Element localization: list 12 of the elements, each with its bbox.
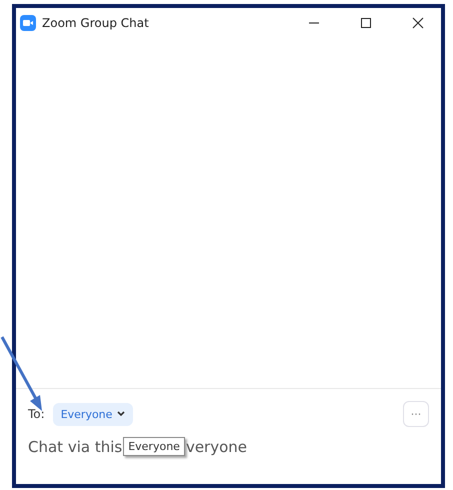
tooltip: Everyone: [123, 437, 185, 456]
chevron-icon: [117, 411, 126, 417]
maximize-icon: [360, 17, 372, 29]
message-placeholder: Chat via this: [28, 438, 122, 456]
to-label: To:: [28, 407, 45, 421]
message-placeholder: veryone: [186, 438, 247, 456]
close-icon: [412, 17, 424, 29]
more-button[interactable]: ···: [403, 401, 429, 427]
app-logo-icon: [20, 15, 36, 31]
recipient-dropdown[interactable]: Everyone: [52, 402, 134, 426]
window-title: Zoom Group Chat: [42, 16, 150, 30]
message-input[interactable]: Chat via this Everyone veryone: [28, 437, 429, 456]
